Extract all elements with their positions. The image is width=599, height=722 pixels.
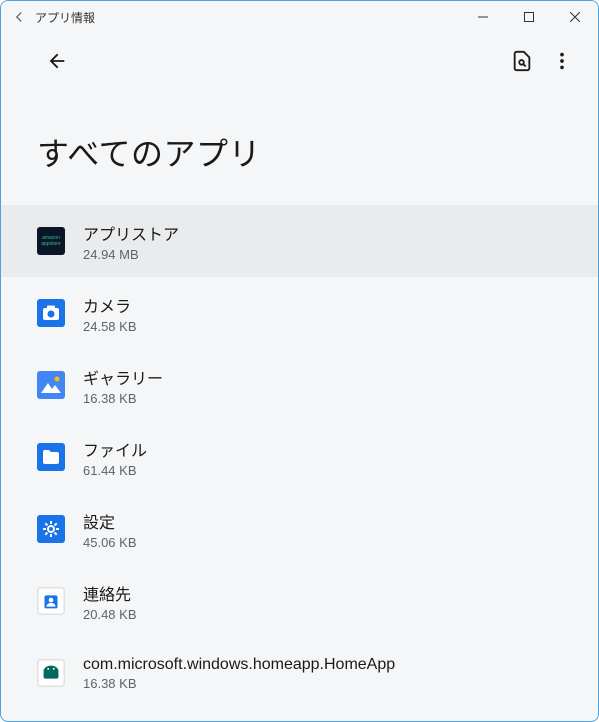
camera-icon (37, 299, 65, 327)
app-size: 24.94 MB (83, 247, 562, 262)
app-name: アプリストア (83, 221, 562, 245)
app-size: 45.06 KB (83, 535, 562, 550)
app-item[interactable]: amazonappstore アプリストア 24.94 MB (1, 205, 598, 277)
app-info: アプリストア 24.94 MB (83, 221, 562, 262)
minimize-button[interactable] (460, 1, 506, 33)
app-name: カメラ (83, 293, 562, 317)
app-size: 24.58 KB (83, 319, 562, 334)
page-title: すべてのアプリ (1, 89, 598, 205)
titlebar-back-button[interactable] (11, 9, 27, 25)
app-item[interactable]: 設定 45.06 KB (1, 493, 598, 565)
app-size: 61.44 KB (83, 463, 562, 478)
app-name: 設定 (83, 509, 562, 533)
app-info: ギャラリー 16.38 KB (83, 365, 562, 406)
close-button[interactable] (552, 1, 598, 33)
app-item[interactable]: ファイル 61.44 KB (1, 421, 598, 493)
more-options-icon[interactable] (542, 41, 582, 81)
search-in-page-icon[interactable] (502, 41, 542, 81)
app-info: com.microsoft.windows.homeapp.HomeApp 16.… (83, 656, 562, 691)
app-info: カメラ 24.58 KB (83, 293, 562, 334)
app-size: 16.38 KB (83, 676, 562, 691)
titlebar: アプリ情報 (1, 1, 598, 33)
app-name: com.microsoft.windows.homeapp.HomeApp (83, 656, 562, 674)
window-controls (460, 1, 598, 33)
app-name: ギャラリー (83, 365, 562, 389)
toolbar (1, 33, 598, 89)
app-name: 連絡先 (83, 581, 562, 605)
android-icon (37, 659, 65, 687)
app-size: 20.48 KB (83, 607, 562, 622)
svg-text:appstore: appstore (41, 241, 61, 247)
app-list[interactable]: amazonappstore アプリストア 24.94 MB カメラ 24.58 KB ギ… (1, 205, 598, 721)
app-item[interactable]: カメラ 24.58 KB (1, 277, 598, 349)
contacts-icon (37, 587, 65, 615)
content-area: すべてのアプリ amazonappstore アプリストア 24.94 MB カメラ 2… (1, 33, 598, 721)
app-item[interactable]: ギャラリー 16.38 KB (1, 349, 598, 421)
gallery-icon (37, 371, 65, 399)
appstore-icon: amazonappstore (37, 227, 65, 255)
app-size: 16.38 KB (83, 391, 562, 406)
file-icon (37, 443, 65, 471)
window-frame: アプリ情報 (0, 0, 599, 722)
back-button[interactable] (37, 41, 77, 81)
app-info: 連絡先 20.48 KB (83, 581, 562, 622)
app-info: ファイル 61.44 KB (83, 437, 562, 478)
app-item[interactable]: 連絡先 20.48 KB (1, 565, 598, 637)
window-title: アプリ情報 (35, 9, 460, 26)
app-info: 設定 45.06 KB (83, 509, 562, 550)
settings-icon (37, 515, 65, 543)
app-name: ファイル (83, 437, 562, 461)
app-item[interactable]: com.microsoft.windows.homeapp.HomeApp 16.… (1, 637, 598, 709)
maximize-button[interactable] (506, 1, 552, 33)
